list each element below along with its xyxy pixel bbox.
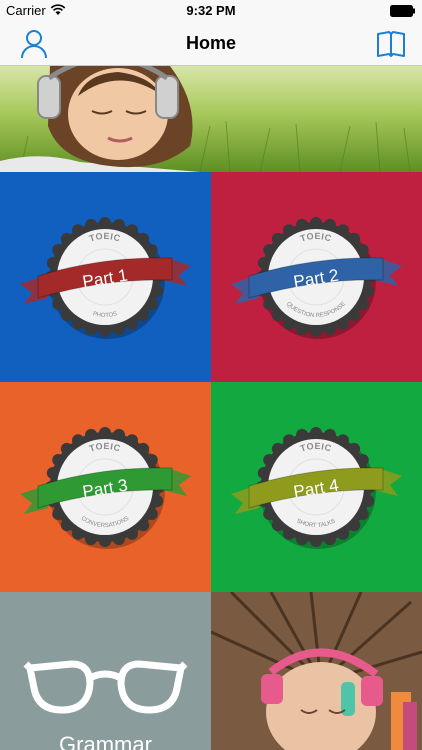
hero-banner-image (0, 66, 422, 172)
status-time: 9:32 PM (186, 3, 236, 18)
part-3-tile[interactable]: TOEIC CONVERSATIONS Part 3 (0, 382, 211, 592)
part-2-tile[interactable]: TOEIC QUESTION RESPONSE Part 2 (211, 172, 422, 382)
book-icon[interactable] (376, 29, 406, 59)
status-bar: Carrier 9:32 PM (0, 0, 422, 22)
part-3-badge: TOEICCONVERSATIONSPart 3 (20, 427, 191, 549)
listening-photo-tile[interactable] (211, 592, 422, 750)
battery-icon (390, 5, 415, 17)
grammar-tile[interactable]: Grammar (0, 592, 211, 750)
part-4-tile[interactable]: TOEIC SHORT TALKS Part 4 (211, 382, 422, 592)
part-2-badge: TOEICQUESTION RESPONSEPart 2 (231, 217, 402, 339)
girl-headphones-image (211, 592, 422, 750)
glasses-icon (23, 660, 188, 714)
part-1-badge: TOEICPHOTOSPart 1 (20, 217, 191, 339)
part-4-badge: TOEICSHORT TALKSPart 4 (231, 427, 402, 549)
grammar-caption: Grammar (59, 732, 152, 750)
page-title: Home (185, 33, 236, 53)
navigation-bar: Home (0, 22, 422, 66)
part-1-tile[interactable]: TOEIC PHOTOS Part 1 (0, 172, 211, 382)
